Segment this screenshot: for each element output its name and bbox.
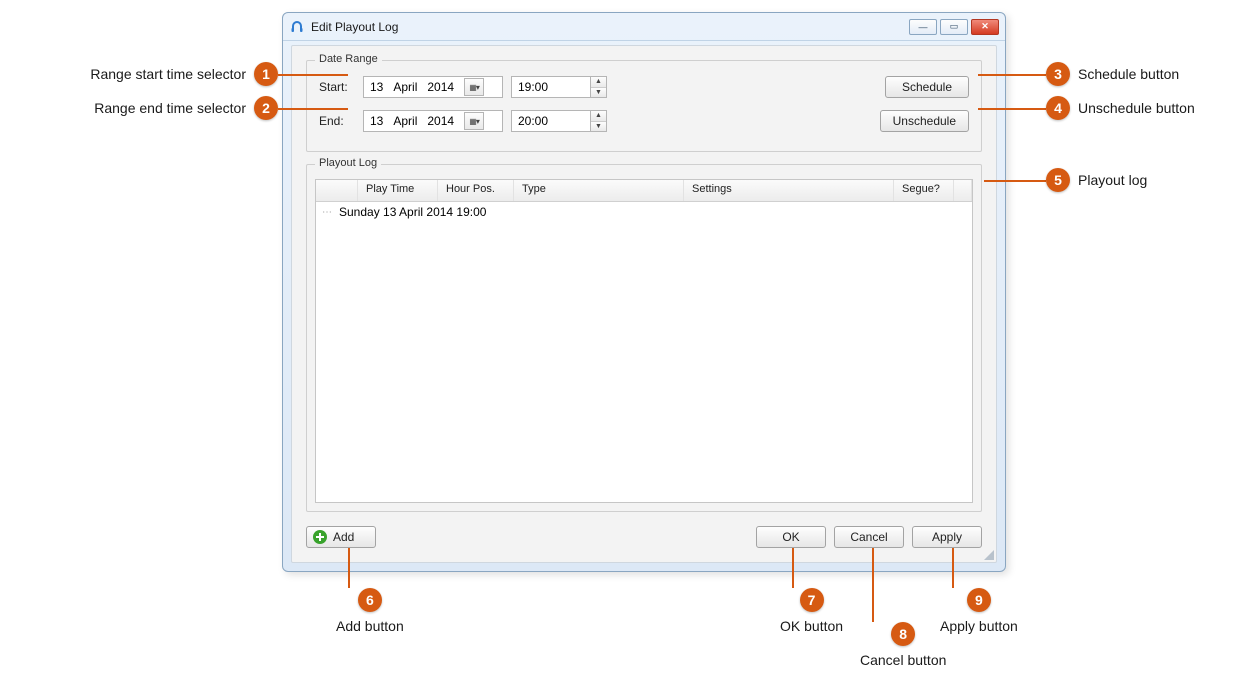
end-month: April	[393, 114, 417, 128]
leader-line	[952, 548, 954, 588]
leader-line	[984, 180, 1046, 182]
end-time-input[interactable]: 20:00 ▲▼	[511, 110, 607, 132]
date-range-legend: Date Range	[315, 53, 382, 65]
leader-line	[278, 108, 348, 110]
minimize-button[interactable]: —	[909, 19, 937, 35]
callout-8: 8 Cancel button	[860, 622, 946, 668]
start-day: 13	[370, 80, 383, 94]
callout-badge: 1	[254, 62, 278, 86]
entry-label: Sunday 13 April 2014 19:00	[339, 205, 486, 219]
calendar-icon[interactable]: ▦▾	[464, 112, 484, 130]
start-date-input[interactable]: 13 April 2014 ▦▾	[363, 76, 503, 98]
callout-text: Unschedule button	[1078, 100, 1195, 116]
callout-3: 3 Schedule button	[1046, 62, 1179, 86]
end-row: End: 13 April 2014 ▦▾ 20:00 ▲▼ Unschedul…	[319, 109, 969, 133]
plus-icon	[313, 530, 327, 544]
leader-line	[278, 74, 348, 76]
window-controls: — ▭ ✕	[909, 19, 999, 35]
bottom-bar: Add OK Cancel Apply	[306, 524, 982, 550]
ok-button[interactable]: OK	[756, 526, 826, 548]
callout-text: Playout log	[1078, 172, 1147, 188]
end-date-input[interactable]: 13 April 2014 ▦▾	[363, 110, 503, 132]
client-area: Date Range Start: 13 April 2014 ▦▾ 19:00…	[291, 45, 997, 563]
schedule-button[interactable]: Schedule	[885, 76, 969, 98]
leader-line	[872, 548, 874, 622]
callout-text: Range start time selector	[90, 66, 246, 82]
callout-text: OK button	[780, 618, 843, 634]
start-time-text: 19:00	[512, 80, 590, 94]
col-blank[interactable]	[316, 180, 358, 201]
leader-line	[792, 548, 794, 588]
leader-line	[978, 108, 1046, 110]
date-range-group: Date Range Start: 13 April 2014 ▦▾ 19:00…	[306, 60, 982, 152]
playout-log-header: Play Time Hour Pos. Type Settings Segue?	[316, 180, 972, 202]
callout-2: Range end time selector 2	[12, 96, 278, 120]
maximize-button[interactable]: ▭	[940, 19, 968, 35]
callout-badge: 8	[891, 622, 915, 646]
playout-log-group: Playout Log Play Time Hour Pos. Type Set…	[306, 164, 982, 512]
spinner-icon[interactable]: ▲▼	[590, 111, 606, 131]
callout-text: Cancel button	[860, 652, 946, 668]
col-playtime[interactable]: Play Time	[358, 180, 438, 201]
callout-text: Schedule button	[1078, 66, 1179, 82]
callout-badge: 2	[254, 96, 278, 120]
end-day: 13	[370, 114, 383, 128]
callout-text: Add button	[336, 618, 404, 634]
callout-badge: 6	[358, 588, 382, 612]
add-button-label: Add	[333, 530, 354, 544]
end-label: End:	[319, 114, 355, 128]
start-time-input[interactable]: 19:00 ▲▼	[511, 76, 607, 98]
start-year: 2014	[427, 80, 454, 94]
callout-1: Range start time selector 1	[12, 62, 278, 86]
apply-button[interactable]: Apply	[912, 526, 982, 548]
leader-line	[348, 548, 350, 588]
callout-badge: 5	[1046, 168, 1070, 192]
playout-log-legend: Playout Log	[315, 157, 381, 169]
col-segue[interactable]: Segue?	[894, 180, 954, 201]
callout-9: 9 Apply button	[940, 588, 1018, 634]
list-item[interactable]: ⋯ Sunday 13 April 2014 19:00	[316, 202, 972, 222]
callout-badge: 7	[800, 588, 824, 612]
edit-playout-log-window: Edit Playout Log — ▭ ✕ Date Range Start:…	[282, 12, 1006, 572]
playout-log-list[interactable]: Play Time Hour Pos. Type Settings Segue?…	[315, 179, 973, 503]
callout-badge: 3	[1046, 62, 1070, 86]
col-settings[interactable]: Settings	[684, 180, 894, 201]
callout-6: 6 Add button	[336, 588, 404, 634]
col-trailing[interactable]	[954, 180, 972, 201]
playout-log-body[interactable]: ⋯ Sunday 13 April 2014 19:00	[316, 202, 972, 502]
callout-text: Apply button	[940, 618, 1018, 634]
cancel-button[interactable]: Cancel	[834, 526, 904, 548]
leader-line	[978, 74, 1046, 76]
callout-4: 4 Unschedule button	[1046, 96, 1195, 120]
add-button[interactable]: Add	[306, 526, 376, 548]
unschedule-button[interactable]: Unschedule	[880, 110, 969, 132]
headphones-icon	[289, 19, 305, 35]
end-time-text: 20:00	[512, 114, 590, 128]
end-year: 2014	[427, 114, 454, 128]
window-title: Edit Playout Log	[311, 20, 909, 34]
callout-5: 5 Playout log	[1046, 168, 1147, 192]
callout-7: 7 OK button	[780, 588, 843, 634]
col-hourpos[interactable]: Hour Pos.	[438, 180, 514, 201]
tree-expander-icon[interactable]: ⋯	[322, 207, 333, 218]
callout-text: Range end time selector	[94, 100, 246, 116]
resize-grip-icon[interactable]	[982, 548, 994, 560]
close-button[interactable]: ✕	[971, 19, 999, 35]
start-row: Start: 13 April 2014 ▦▾ 19:00 ▲▼ Schedul…	[319, 75, 969, 99]
callout-badge: 4	[1046, 96, 1070, 120]
start-label: Start:	[319, 80, 355, 94]
callout-badge: 9	[967, 588, 991, 612]
titlebar: Edit Playout Log — ▭ ✕	[283, 13, 1005, 41]
start-month: April	[393, 80, 417, 94]
spinner-icon[interactable]: ▲▼	[590, 77, 606, 97]
calendar-icon[interactable]: ▦▾	[464, 78, 484, 96]
col-type[interactable]: Type	[514, 180, 684, 201]
